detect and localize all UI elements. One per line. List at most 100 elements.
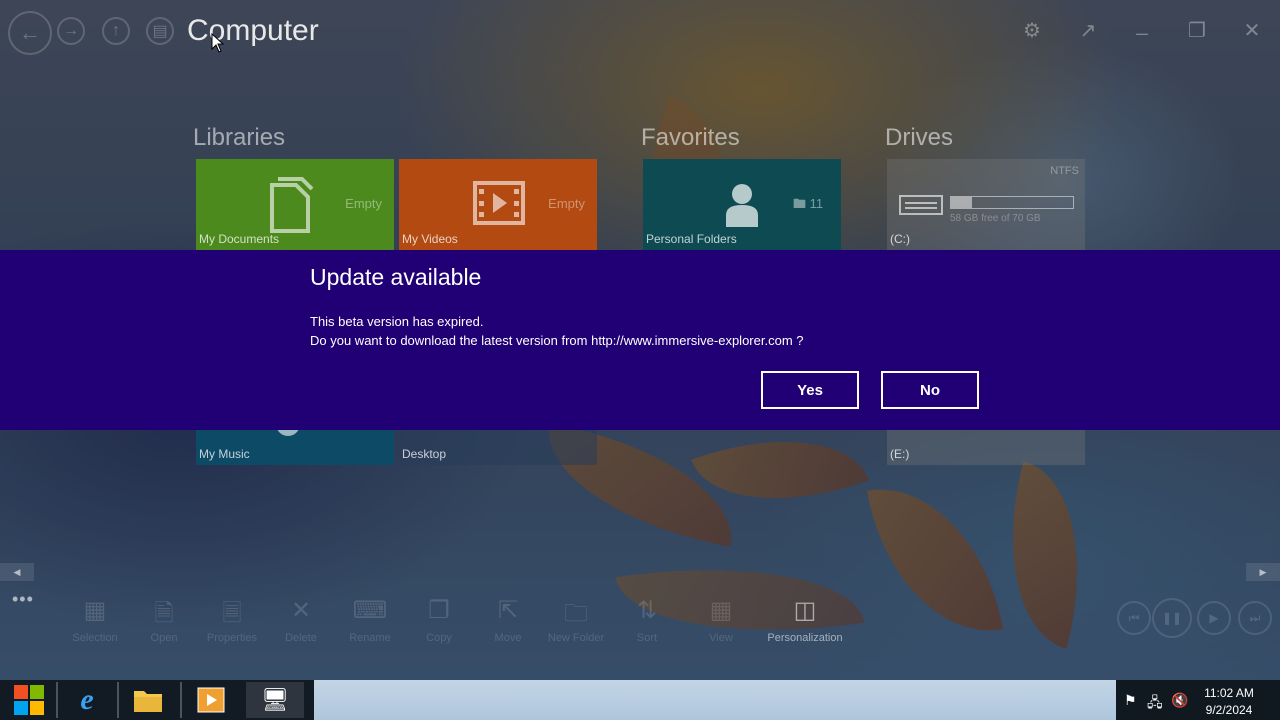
back-button[interactable]: ← [8,11,52,55]
yes-button[interactable]: Yes [761,371,859,409]
personalization-icon: ◫ [793,597,817,624]
media-play-button[interactable]: ▶ [1197,601,1231,635]
settings-button[interactable]: ⚙ [1017,18,1047,43]
section-favorites: Favorites [641,124,740,151]
tile-label: My Videos [402,232,458,246]
media-previous-button[interactable]: ⏮ [1117,601,1151,635]
clock-date[interactable]: 9/2/2024 [1196,703,1262,717]
tile-desktop[interactable]: Desktop [399,430,597,465]
move-icon: ⇱ [497,597,519,624]
tile-label: (E:) [890,447,910,461]
cmd-delete[interactable]: ✕ Delete [266,596,336,644]
media-next-button[interactable]: ⏭ [1238,601,1272,635]
cmd-new-folder[interactable]: 🗀 New Folder [541,596,611,644]
sort-icon: ⇅ [636,597,658,624]
tile-label: (C:) [890,232,910,246]
mouse-cursor [211,33,225,53]
previous-icon: ⏮ [1128,610,1140,625]
minimize-button[interactable]: _ [1127,14,1157,37]
new-folder-icon: 🗀 [564,600,588,627]
grid-icon: ▦ [83,597,107,624]
user-icon [726,184,758,227]
drive-usage-bar [950,196,1074,209]
restore-button[interactable]: ❐ [1182,18,1212,43]
no-button[interactable]: No [881,371,979,409]
monitor-icon: 🖥 [261,687,289,712]
drive-filesystem: NTFS [1050,165,1079,177]
properties-icon: 🗏 [222,600,242,627]
tile-label: My Music [199,447,250,461]
up-button[interactable]: ↑ [102,17,130,45]
arrow-up-icon: ↑ [112,22,120,39]
taskbar-file-explorer[interactable] [119,682,177,718]
arrow-right-icon: → [63,22,79,39]
dialog-message-line1: This beta version has expired. [310,314,484,329]
dialog-message-line2: Do you want to download the latest versi… [310,333,804,348]
triangle-left-icon: ◀ [13,567,21,577]
section-drives: Drives [885,124,954,151]
scroll-left-button[interactable]: ◀ [0,563,34,581]
tile-drive-c[interactable]: NTFS 58 GB free of 70 GB (C:) [887,159,1085,250]
view-button[interactable]: ▤ [146,17,174,45]
film-icon [473,181,525,225]
triangle-right-icon: ▶ [1259,567,1267,577]
cmd-properties[interactable]: 🗏 Properties [197,596,267,644]
drive-icon [899,195,943,215]
folder-icon [134,691,162,712]
internet-explorer-icon: e [80,683,94,716]
tile-status: Empty [548,196,585,211]
arrow-left-icon: ← [19,20,41,45]
view-icon: ▦ [709,597,733,624]
windows-logo-icon [14,685,44,715]
taskbar-internet-explorer[interactable]: e [58,682,116,718]
tile-status: Empty [345,196,382,211]
cmd-selection[interactable]: ▦ Selection [60,596,130,644]
tile-my-music[interactable]: My Music [196,424,394,465]
media-player-icon [197,687,225,713]
tile-label: Personal Folders [646,232,737,246]
network-icon[interactable]: 🖧 [1147,692,1163,716]
popout-button[interactable]: ↗ [1073,18,1103,43]
clock-time[interactable]: 11:02 AM [1196,686,1262,700]
copy-icon: ❐ [428,597,450,624]
volume-muted-icon[interactable]: 🔇 [1171,692,1188,709]
drive-free-text: 58 GB free of 70 GB [950,213,1041,224]
cmd-rename[interactable]: ⌨ Rename [335,596,405,644]
cmd-open[interactable]: 🗎 Open [129,596,199,644]
popout-icon: ↗ [1079,20,1097,42]
cmd-sort[interactable]: ⇅ Sort [612,596,682,644]
pause-icon: ❚❚ [1161,611,1183,625]
restore-icon: ❐ [1188,20,1206,42]
open-file-icon: 🗎 [154,600,174,627]
gear-icon: ⚙ [1023,20,1041,42]
dialog-title: Update available [310,264,482,290]
forward-button[interactable]: → [57,17,85,45]
cmd-copy[interactable]: ❐ Copy [404,596,474,644]
appbar-more-button[interactable]: ••• [12,589,34,610]
scroll-right-button[interactable]: ▶ [1246,563,1280,581]
tile-label: Desktop [402,447,447,461]
taskbar-media-player[interactable] [182,682,240,718]
cmd-move[interactable]: ⇱ Move [473,596,543,644]
tile-label: My Documents [199,232,280,246]
cmd-view[interactable]: ▦ View [686,596,756,644]
taskbar-immersive-explorer[interactable]: 🖥 [246,682,304,718]
delete-icon: ✕ [290,597,312,624]
close-icon: ✕ [1243,20,1261,42]
monitor-icon: ▤ [152,23,168,40]
start-button[interactable] [0,682,58,718]
action-center-flag-icon[interactable]: ⚑ [1124,692,1137,709]
cmd-personalization[interactable]: ◫ Personalization [755,596,855,644]
section-libraries: Libraries [193,124,286,151]
tile-my-videos[interactable]: Empty My Videos [399,159,597,250]
tile-my-documents[interactable]: Empty My Documents [196,159,394,250]
play-icon: ▶ [1209,611,1219,625]
media-pause-button[interactable]: ❚❚ [1152,598,1192,638]
documents-icon [270,177,314,233]
tile-personal-folders[interactable]: 🖿 11 Personal Folders [643,159,841,250]
next-icon: ⏭ [1249,610,1261,625]
folder-icon: 🖿 [793,196,807,211]
tile-drive-e[interactable]: (E:) [887,430,1085,465]
close-button[interactable]: ✕ [1237,18,1267,43]
folder-count: 🖿 11 [793,196,824,211]
